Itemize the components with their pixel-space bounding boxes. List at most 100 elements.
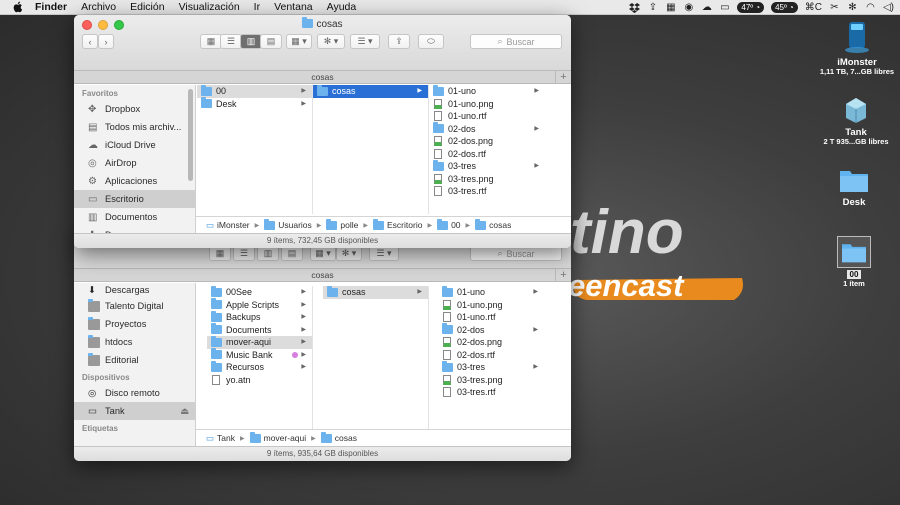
activity-icon[interactable]: ◉ (683, 2, 694, 14)
path-segment[interactable]: Usuarios (264, 218, 312, 230)
scissors-icon[interactable]: ✂ (829, 2, 840, 14)
group-button[interactable]: ▦ ▾ (286, 34, 312, 49)
desktop-icon-desk[interactable]: Desk (826, 166, 882, 207)
rtf-item[interactable]: 02-dos.rtf (429, 148, 545, 161)
png-item[interactable]: 02-dos.png (429, 135, 545, 148)
sidebar-item-descargas[interactable]: ⬇Descargas (74, 283, 195, 297)
menu-ventana[interactable]: Ventana (274, 1, 313, 13)
folder-item[interactable]: 01-uno ▶ (429, 84, 545, 98)
sidebar-scrollbar[interactable] (188, 89, 193, 181)
folder-item[interactable]: 00 ▶ (197, 84, 312, 98)
arrange-button[interactable]: ☰ ▾ (369, 246, 399, 261)
grid-icon[interactable]: ▦ (665, 2, 676, 14)
folder-item[interactable]: Recursos ▶ (207, 360, 312, 374)
folder-item[interactable]: Documents ▶ (207, 323, 312, 337)
folder-item[interactable]: Apple Scripts ▶ (207, 298, 312, 312)
monitor-icon[interactable]: ▭ (719, 2, 730, 14)
icon-view-button[interactable]: ▦ (200, 34, 222, 49)
back-button[interactable]: ‹ (82, 34, 98, 49)
png-item[interactable]: 02-dos.png (438, 336, 544, 349)
sidebar-item-tank[interactable]: ▭ Tank ⏏ (74, 402, 195, 420)
forward-button[interactable]: › (98, 34, 114, 49)
path-segment[interactable]: ▭ Tank (206, 433, 235, 444)
folder-item[interactable]: 01-uno ▶ (438, 285, 544, 299)
gallery-view-button[interactable]: ▤ (281, 246, 303, 261)
wifi-icon[interactable]: ◠ (865, 2, 876, 14)
png-item[interactable]: 03-tres.png (438, 374, 544, 387)
cloud-icon[interactable]: ☁ (701, 2, 712, 14)
action-button[interactable]: ✻ ▾ (317, 34, 345, 49)
search-field[interactable]: ⌕ Buscar (470, 34, 562, 49)
sidebar-item-airdrop[interactable]: ◎ AirDrop (74, 154, 195, 172)
sidebar-item-escritorio[interactable]: ▭ Escritorio (74, 190, 195, 208)
path-segment[interactable]: Escritorio (373, 218, 422, 230)
new-tab-button[interactable]: + (555, 71, 571, 84)
rtf-item[interactable]: 02-dos.rtf (438, 349, 544, 362)
folder-item[interactable]: cosas ▶ (313, 84, 428, 98)
sidebar-item-documentos[interactable]: ▥ Documentos (74, 208, 195, 226)
upload-icon[interactable]: ⇪ (647, 2, 658, 14)
sidebar-item-talento-digital[interactable]: Talento Digital (74, 297, 195, 315)
png-item[interactable]: 03-tres.png (429, 173, 545, 186)
rtf-item[interactable]: 03-tres.rtf (438, 386, 544, 399)
desktop-icon-imonster[interactable]: iMonster 1,11 TB, 7...GB libres (818, 20, 896, 76)
sidebar-item-editorial[interactable]: Editorial (74, 351, 195, 369)
desktop-icon-00[interactable]: 00 1 ítem (826, 236, 882, 288)
sidebar-item-descargas[interactable]: ⬇Descargas (74, 226, 195, 234)
menu-archivo[interactable]: Archivo (81, 1, 116, 13)
gallery-view-button[interactable]: ▤ (260, 34, 282, 49)
volume-icon[interactable]: ◁) (883, 2, 894, 14)
folder-item[interactable]: 03-tres ▶ (429, 159, 545, 173)
keyboard-shortcut[interactable]: ⌘C (805, 2, 822, 14)
menu-finder[interactable]: Finder (35, 1, 67, 13)
new-tab-button[interactable]: + (555, 269, 571, 282)
rtf-item[interactable]: 03-tres.rtf (429, 185, 545, 198)
png-item[interactable]: 01-uno.png (438, 299, 544, 312)
settings-icon[interactable]: ✻ (847, 2, 858, 14)
share-button[interactable]: ⇪ (388, 34, 410, 49)
path-segment[interactable]: 00 (437, 218, 461, 230)
folder-item[interactable]: mover-aqui ▶ (207, 335, 312, 349)
menu-ayuda[interactable]: Ayuda (327, 1, 357, 13)
path-segment[interactable]: polle (326, 218, 358, 230)
folder-item[interactable]: cosas ▶ (323, 285, 428, 299)
folder-item[interactable]: yo.atn (207, 374, 312, 387)
rtf-item[interactable]: 01-uno.rtf (429, 110, 545, 123)
icon-view-button[interactable]: ▦ (209, 246, 231, 261)
sidebar-item-icloud-drive[interactable]: ☁ iCloud Drive (74, 136, 195, 154)
path-segment[interactable]: ▭ iMonster (206, 220, 250, 231)
tags-button[interactable]: ⬭ (418, 34, 444, 49)
sidebar-item-aplicaciones[interactable]: ⚙ Aplicaciones (74, 172, 195, 190)
folder-item[interactable]: 03-tres ▶ (438, 360, 544, 374)
sidebar-item-dropbox[interactable]: ✥ Dropbox (74, 100, 195, 118)
action-button[interactable]: ✻ ▾ (336, 246, 362, 261)
folder-item[interactable]: Backups ▶ (207, 310, 312, 324)
sidebar-item-proyectos[interactable]: Proyectos (74, 315, 195, 333)
folder-item[interactable]: 00See ▶ (207, 285, 312, 299)
temperature-badge-2[interactable]: 45º ◔ (771, 2, 798, 13)
eject-icon[interactable]: ⏏ (180, 406, 189, 417)
temperature-badge-1[interactable]: 47º ◔ (737, 2, 765, 13)
sidebar-item-todos-mis-archiv-[interactable]: ▤ Todos mis archiv... (74, 118, 195, 136)
folder-item[interactable]: 02-dos ▶ (438, 323, 544, 337)
list-view-button[interactable]: ☰ (233, 246, 255, 261)
path-segment[interactable]: cosas (320, 431, 357, 443)
path-segment[interactable]: cosas (475, 218, 511, 230)
tab-cosas[interactable]: cosas + (74, 269, 571, 282)
column-view-button[interactable]: ▥ (240, 34, 262, 49)
dropbox-icon[interactable] (629, 2, 641, 14)
column-view-button[interactable]: ▥ (257, 246, 279, 261)
search-field[interactable]: ⌕ Buscar (470, 246, 562, 261)
menu-edicion[interactable]: Edición (130, 1, 164, 13)
apple-menu-icon[interactable] (11, 1, 25, 13)
sidebar-item-disco-remoto[interactable]: ◎ Disco remoto (74, 384, 195, 402)
sidebar-item-htdocs[interactable]: htdocs (74, 333, 195, 351)
list-view-button[interactable]: ☰ (220, 34, 242, 49)
group-button[interactable]: ▦ ▾ (310, 246, 336, 261)
folder-item[interactable]: Music Bank ▶ (207, 348, 312, 362)
menu-visualizacion[interactable]: Visualización (179, 1, 240, 13)
path-segment[interactable]: mover-aqui (249, 431, 306, 443)
rtf-item[interactable]: 01-uno.rtf (438, 311, 544, 324)
png-item[interactable]: 01-uno.png (429, 98, 545, 111)
arrange-button[interactable]: ☰ ▾ (350, 34, 380, 49)
